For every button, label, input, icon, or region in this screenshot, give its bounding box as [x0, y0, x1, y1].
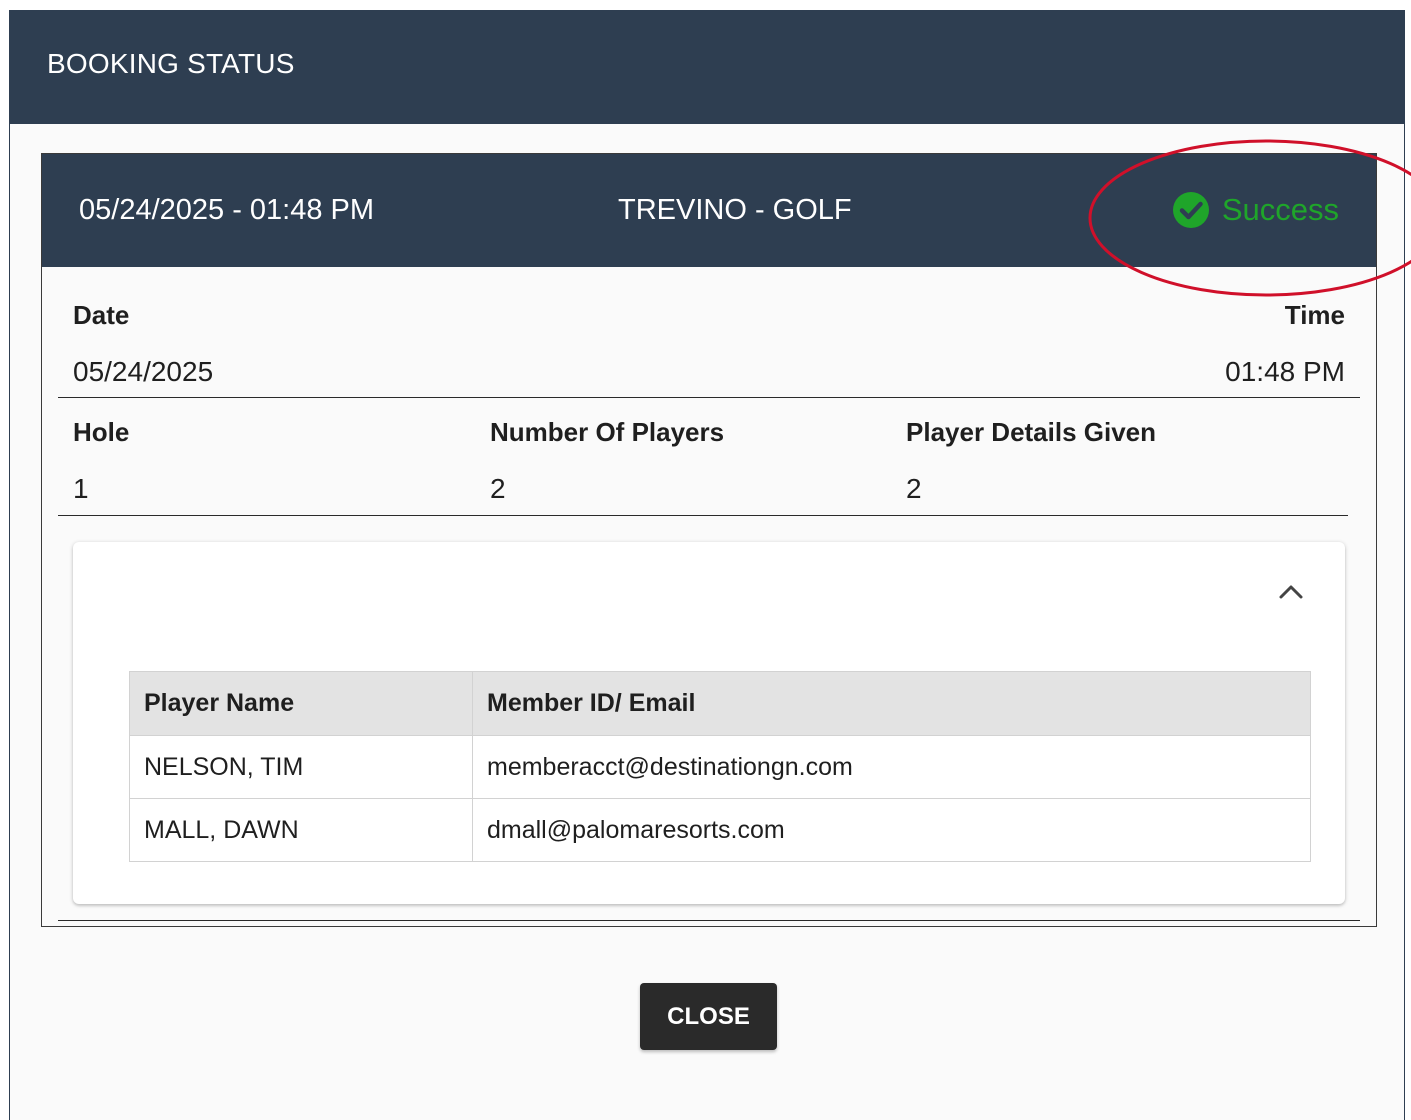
- date-label: Date: [73, 300, 130, 330]
- column-header-member-id-email: Member ID/ Email: [472, 671, 1311, 736]
- players-table: Player Name Member ID/ Email NELSON, TIM…: [129, 671, 1311, 862]
- booking-status-dialog: BOOKING STATUS 05/24/2025 - 01:48 PM TRE…: [9, 10, 1405, 1120]
- player-details-panel: Player Name Member ID/ Email NELSON, TIM…: [73, 542, 1345, 904]
- player-details-given-value: 2: [906, 473, 922, 504]
- dialog-title: BOOKING STATUS: [47, 48, 295, 79]
- table-header-row: Player Name Member ID/ Email: [129, 671, 1311, 736]
- booking-card-header: 05/24/2025 - 01:48 PM TREVINO - GOLF Suc…: [42, 154, 1376, 267]
- player-name-cell: NELSON, TIM: [129, 735, 473, 799]
- status-label: Success: [1221, 192, 1339, 227]
- time-label: Time: [1284, 300, 1345, 330]
- number-of-players-label: Number Of Players: [490, 417, 725, 447]
- booking-datetime: 05/24/2025 - 01:48 PM: [79, 194, 375, 226]
- status-badge: Success: [1172, 191, 1339, 229]
- check-circle-icon: [1172, 192, 1209, 228]
- dialog-header: BOOKING STATUS: [10, 10, 1404, 124]
- chevron-up-icon[interactable]: [1277, 582, 1305, 602]
- member-email-cell: dmall@palomaresorts.com: [472, 798, 1311, 862]
- booking-course: TREVINO - GOLF: [618, 194, 852, 226]
- divider: [58, 920, 1360, 921]
- time-value: 01:48 PM: [1225, 356, 1345, 387]
- table-row: MALL, DAWN dmall@palomaresorts.com: [129, 798, 1311, 862]
- player-name-cell: MALL, DAWN: [129, 798, 473, 862]
- close-button[interactable]: CLOSE: [640, 983, 777, 1050]
- hole-value: 1: [73, 473, 89, 504]
- table-row: NELSON, TIM memberacct@destinationgn.com: [129, 735, 1311, 799]
- member-email-cell: memberacct@destinationgn.com: [472, 735, 1311, 799]
- booking-card: 05/24/2025 - 01:48 PM TREVINO - GOLF Suc…: [41, 153, 1377, 927]
- divider: [58, 397, 1360, 398]
- player-details-given-label: Player Details Given: [906, 417, 1157, 447]
- date-value: 05/24/2025: [73, 356, 214, 387]
- divider: [58, 515, 1348, 516]
- column-header-player-name: Player Name: [129, 671, 473, 736]
- number-of-players-value: 2: [490, 473, 506, 504]
- hole-label: Hole: [73, 417, 130, 447]
